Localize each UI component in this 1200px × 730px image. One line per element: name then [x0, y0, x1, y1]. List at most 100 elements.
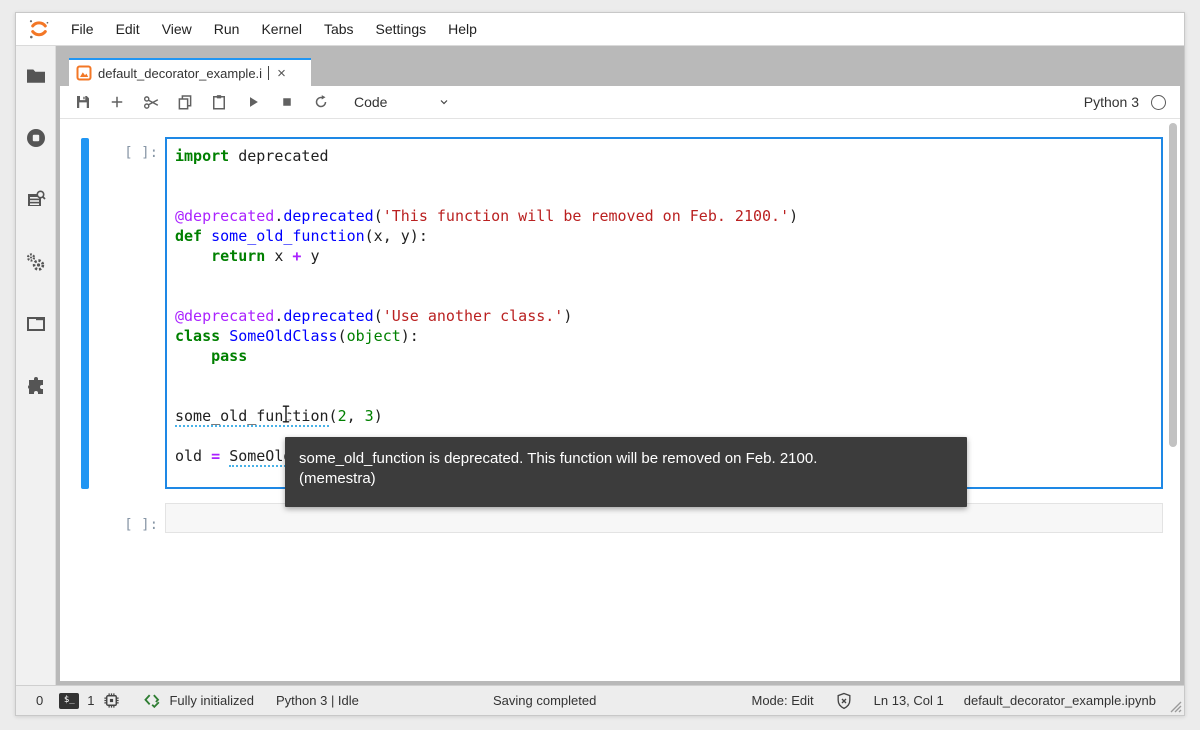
menu-run[interactable]: Run [203, 14, 251, 45]
code-token: ) [373, 407, 383, 425]
deprecation-tooltip: some_old_function is deprecated. This fu… [285, 437, 967, 507]
cell-prompt: [ ]: [124, 145, 158, 161]
notebook-panel: Code Python 3 [ ]: import deprecated @de… [60, 86, 1180, 681]
jupyter-logo-icon [29, 20, 49, 39]
code-token: def [175, 227, 203, 245]
paste-cells-button[interactable] [204, 89, 234, 115]
notebook-tab[interactable]: default_decorator_example.i × [69, 58, 311, 86]
extensions-icon[interactable] [24, 374, 48, 398]
code-token: some_old_function [211, 227, 365, 245]
tooltip-line2: (memestra) [299, 470, 376, 487]
property-inspector-icon[interactable] [24, 250, 48, 274]
tab-title-caret [268, 66, 270, 80]
save-button[interactable] [68, 89, 98, 115]
menu-file[interactable]: File [60, 14, 105, 45]
code-line: class SomeOldClass(object): [175, 326, 1153, 346]
code-token: ( [373, 207, 383, 225]
jupyterlab-window: File Edit View Run Kernel Tabs Settings … [15, 12, 1185, 716]
copy-cells-button[interactable] [170, 89, 200, 115]
cell-type-dropdown[interactable]: Code [350, 90, 454, 114]
left-sidebar [16, 46, 56, 685]
terminal-icon[interactable]: $_ [59, 692, 80, 709]
code-token: ): [400, 327, 419, 345]
empty-cell-editor[interactable] [165, 503, 1163, 533]
status-filename: default_decorator_example.ipynb [963, 693, 1156, 708]
trust-shield-icon[interactable] [834, 691, 854, 711]
code-token: y [301, 247, 320, 265]
cursor-position[interactable]: Ln 13, Col 1 [874, 693, 944, 708]
menu-settings[interactable]: Settings [365, 14, 438, 45]
kernel-count[interactable]: 1 [87, 693, 94, 708]
code-token: some_old_function [175, 407, 329, 427]
code-token: ( [337, 327, 347, 345]
tab-close-icon[interactable]: × [277, 66, 286, 81]
resize-grip[interactable] [1168, 699, 1182, 713]
copy-icon [178, 95, 192, 110]
code-token: object [346, 327, 401, 345]
code-token: 'This function will be removed on Feb. 2… [382, 207, 790, 225]
kernel-status-text[interactable]: Python 3 | Idle [276, 693, 359, 708]
menu-edit[interactable]: Edit [105, 14, 151, 45]
kernel-chip-icon[interactable] [102, 691, 121, 710]
kernel-name[interactable]: Python 3 [1084, 94, 1139, 110]
menu-view[interactable]: View [151, 14, 203, 45]
save-icon [77, 96, 89, 108]
text-cursor-icon [281, 404, 291, 424]
code-token: ) [789, 207, 799, 225]
notebook-content: [ ]: import deprecated @deprecated.depre… [60, 119, 1180, 681]
stop-icon [283, 98, 291, 106]
code-line: @deprecated.deprecated('This function wi… [175, 206, 1153, 226]
open-tabs-icon[interactable] [24, 312, 48, 336]
menu-help[interactable]: Help [437, 14, 488, 45]
code-token: = [211, 447, 221, 465]
lsp-status-text[interactable]: Fully initialized [169, 693, 254, 708]
kernel-status-icon[interactable] [1151, 94, 1166, 110]
code-line: def some_old_function(x, y): [175, 226, 1153, 246]
code-line: some_old_function(2, 3) [175, 406, 1153, 427]
interrupt-kernel-button[interactable] [272, 89, 302, 115]
status-bar: 0 $_ 1 Fully initialized Python 3 | Idle… [16, 685, 1184, 715]
running-kernels-icon[interactable] [24, 126, 48, 150]
code-line: import deprecated [175, 146, 1153, 166]
terminal-count[interactable]: 0 [36, 693, 43, 708]
code-token: import [175, 147, 230, 165]
code-token: , [346, 407, 365, 425]
menu-bar: File Edit View Run Kernel Tabs Settings … [16, 13, 1184, 46]
cut-cells-button[interactable] [136, 89, 166, 115]
tab-bar: default_decorator_example.i × [56, 46, 1184, 86]
restart-kernel-button[interactable] [306, 89, 336, 115]
menu-tabs[interactable]: Tabs [313, 14, 365, 45]
notebook-toolbar: Code Python 3 [60, 86, 1180, 119]
code-token: x [265, 247, 293, 265]
restart-icon [315, 95, 327, 108]
active-cell-collapser[interactable] [81, 138, 89, 489]
run-cell-button[interactable] [238, 89, 268, 115]
lsp-status-icon[interactable] [143, 691, 163, 711]
code-lines: import deprecated @deprecated.deprecated… [175, 146, 1153, 467]
menu-kernel[interactable]: Kernel [250, 14, 312, 45]
code-token: @deprecated [175, 207, 275, 225]
run-icon [250, 97, 258, 107]
file-browser-icon[interactable] [24, 64, 48, 88]
code-token: deprecated [283, 207, 374, 225]
code-token: old [175, 447, 212, 465]
inspector-icon[interactable] [24, 188, 48, 212]
vertical-scrollbar[interactable] [1169, 123, 1177, 447]
code-token: ( [373, 307, 383, 325]
code-token: return [211, 247, 266, 265]
code-token: 'Use another class.' [382, 307, 564, 325]
cell-type-value: Code [354, 94, 388, 110]
code-token: deprecated [229, 147, 329, 165]
code-token: 2 [337, 407, 347, 425]
code-token: 3 [364, 407, 374, 425]
insert-cell-button[interactable] [102, 89, 132, 115]
editor-mode[interactable]: Mode: Edit [751, 693, 813, 708]
code-line: pass [175, 346, 1153, 366]
